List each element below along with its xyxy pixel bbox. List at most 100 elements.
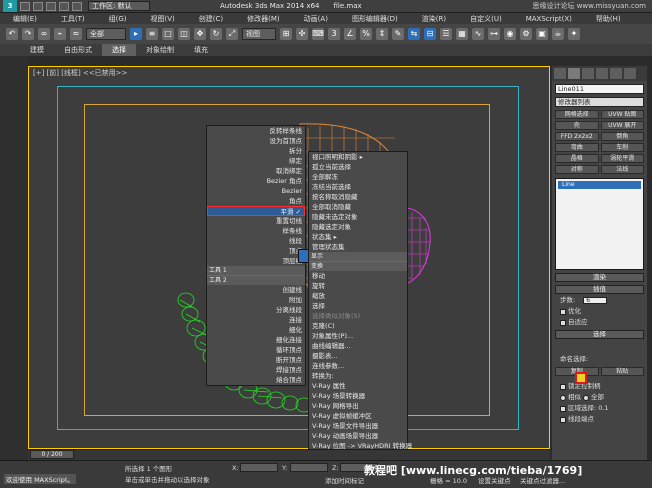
menu-make-first[interactable]: 设为首顶点 — [207, 136, 305, 146]
menu-unhide-all[interactable]: 全部取消隐藏 — [309, 202, 407, 212]
menu-top-level[interactable]: 顶层级 — [207, 256, 305, 266]
all-radio[interactable] — [583, 394, 589, 401]
select-object-icon[interactable]: ▸ — [130, 28, 142, 40]
menu-hide-unselected[interactable]: 隐藏未选定对象 — [309, 212, 407, 222]
steps-spinner[interactable]: 6 — [583, 297, 608, 304]
app-logo[interactable]: 3 — [3, 0, 17, 12]
area-select-value[interactable]: 0.1 — [598, 404, 608, 413]
menu-edit[interactable]: 编辑(E) — [0, 14, 48, 24]
move-icon[interactable]: ✥ — [194, 28, 206, 40]
menu-smooth[interactable]: 平滑 ✓ — [207, 206, 305, 216]
menu-divide[interactable]: 拆分 — [207, 146, 305, 156]
motion-tab-icon[interactable] — [596, 68, 608, 79]
lock-handles-checkbox[interactable] — [560, 383, 566, 390]
rollout-interpolation[interactable]: 插值 — [555, 285, 644, 294]
stack-item-line[interactable]: Line — [558, 181, 641, 189]
snap-icon[interactable]: 3 — [328, 28, 340, 40]
x-coord-field[interactable] — [240, 463, 278, 472]
modifier-stack[interactable]: Line — [555, 178, 644, 270]
rollout-selection[interactable]: 选择 — [555, 330, 644, 339]
menu-attach[interactable]: 附加 — [207, 295, 305, 305]
menu-help[interactable]: 帮助(H) — [583, 14, 632, 24]
menu-hide-selection[interactable]: 隐藏选定对象 — [309, 222, 407, 232]
time-slider[interactable]: 0 / 200 — [30, 450, 74, 459]
menu-dope-sheet[interactable]: 摄影表... — [309, 351, 407, 361]
graphite-toggle-icon[interactable]: ▦ — [456, 28, 468, 40]
menu-vray-scene-export[interactable]: V-Ray 场景文件导出器 — [309, 421, 407, 431]
tab-object-paint[interactable]: 对象绘制 — [136, 44, 184, 56]
hierarchy-tab-icon[interactable] — [582, 68, 594, 79]
tab-populate[interactable]: 填充 — [184, 44, 218, 56]
utilities-tab-icon[interactable] — [624, 68, 636, 79]
add-time-tag[interactable]: 添加时间标记 — [325, 475, 364, 485]
menu-clone[interactable]: 克隆(C) — [309, 321, 407, 331]
schematic-view-icon[interactable]: ⊶ — [488, 28, 500, 40]
object-name-field[interactable]: Line011 — [555, 84, 644, 94]
ref-coord-dropdown[interactable]: 视图 — [242, 28, 276, 40]
tab-selection[interactable]: 选择 — [102, 44, 136, 56]
menu-corner[interactable]: 角点 — [207, 196, 305, 206]
modify-tab-icon[interactable] — [568, 68, 580, 79]
menu-object-properties[interactable]: 对象属性(P)... — [309, 331, 407, 341]
percent-snap-icon[interactable]: % — [360, 28, 372, 40]
menu-unbind[interactable]: 取消绑定 — [207, 166, 305, 176]
menu-bind[interactable]: 绑定 — [207, 156, 305, 166]
menu-refine[interactable]: 细化 — [207, 325, 305, 335]
menu-select[interactable]: 选择 — [309, 301, 407, 311]
menu-connect[interactable]: 连接 — [207, 315, 305, 325]
menu-detach-segment[interactable]: 分离线段 — [207, 305, 305, 315]
menu-reverse-spline[interactable]: 反转样条线 — [207, 126, 305, 136]
spinner-snap-icon[interactable]: ⇕ — [376, 28, 388, 40]
rendered-frame-icon[interactable]: ▣ — [536, 28, 548, 40]
menu-vray-scene-converter[interactable]: V-Ray 场景转换器 — [309, 391, 407, 401]
menu-customize[interactable]: 自定义(U) — [457, 14, 513, 24]
menu-vray-properties[interactable]: V-Ray 属性 — [309, 381, 407, 391]
menu-graph-editors[interactable]: 图形编辑器(D) — [339, 14, 409, 24]
menu-move[interactable]: 移动 — [309, 271, 407, 281]
paste-button[interactable]: 粘贴 — [600, 367, 644, 376]
select-manipulate-icon[interactable]: ✣ — [296, 28, 308, 40]
bind-space-warp-icon[interactable]: ≈ — [70, 28, 82, 40]
menu-vertex[interactable]: 顶点 — [207, 246, 305, 256]
undo-tool-icon[interactable]: ↶ — [6, 28, 18, 40]
menu-manage-state-sets[interactable]: 管理状态集 — [309, 242, 407, 252]
modifier-button-symmetry[interactable]: 对称 — [555, 165, 599, 174]
material-editor-icon[interactable]: ◉ — [504, 28, 516, 40]
rollout-rendering[interactable]: 渲染 — [555, 273, 644, 282]
render-iterative-icon[interactable]: ✦ — [568, 28, 580, 40]
menu-unhide-by-name[interactable]: 按名称取消隐藏 — [309, 192, 407, 202]
menu-vray-anim-export[interactable]: V-Ray 动画场景导出器 — [309, 431, 407, 441]
menu-animation[interactable]: 动画(A) — [291, 14, 339, 24]
menu-curve-editor[interactable]: 曲线编辑器... — [309, 341, 407, 351]
menu-vray-vfb[interactable]: V-Ray 虚拟帧缓冲区 — [309, 411, 407, 421]
modifier-button-shell[interactable]: 壳 — [555, 121, 599, 130]
modifier-button-uvw-unwrap[interactable]: UVW 展开 — [600, 121, 644, 130]
menu-cycle-vertices[interactable]: 循环顶点 — [207, 345, 305, 355]
keyboard-shortcut-icon[interactable]: ⌨ — [312, 28, 324, 40]
modifier-button-chamfer[interactable]: 倒角 — [600, 132, 644, 141]
menu-bezier[interactable]: Bezier — [207, 186, 305, 196]
layer-manager-icon[interactable]: ☰ — [440, 28, 452, 40]
menu-weld-vertices[interactable]: 焊接顶点 — [207, 365, 305, 375]
tab-modeling[interactable]: 建模 — [20, 44, 54, 56]
window-crossing-icon[interactable]: ◫ — [178, 28, 190, 40]
menu-group[interactable]: 组(G) — [96, 14, 138, 24]
menu-scale[interactable]: 缩放 — [309, 291, 407, 301]
menu-select-similar[interactable]: 选择类似对象(S) — [309, 311, 407, 321]
menu-views[interactable]: 视图(V) — [138, 14, 186, 24]
modifier-list-dropdown[interactable]: 修改器列表 — [555, 97, 644, 107]
menu-refine-connect[interactable]: 细化连接 — [207, 335, 305, 345]
y-coord-field[interactable] — [290, 463, 328, 472]
menu-reset-tangents[interactable]: 重置切线 — [207, 216, 305, 226]
selection-filter-dropdown[interactable]: 全部 — [86, 28, 126, 40]
menu-modifiers[interactable]: 修改器(M) — [234, 14, 291, 24]
redo-icon[interactable] — [72, 1, 82, 11]
menu-state-sets[interactable]: 状态集 ▸ — [309, 232, 407, 242]
open-file-icon[interactable] — [33, 1, 43, 11]
modifier-button-uvw-map[interactable]: UVW 贴图 — [600, 110, 644, 119]
named-selection-icon[interactable]: ✎ — [392, 28, 404, 40]
render-production-icon[interactable]: ☕ — [552, 28, 564, 40]
menu-isolate-selection[interactable]: 孤立当前选择 — [309, 162, 407, 172]
menu-rendering[interactable]: 渲染(R) — [409, 14, 457, 24]
curve-editor-icon[interactable]: ∿ — [472, 28, 484, 40]
